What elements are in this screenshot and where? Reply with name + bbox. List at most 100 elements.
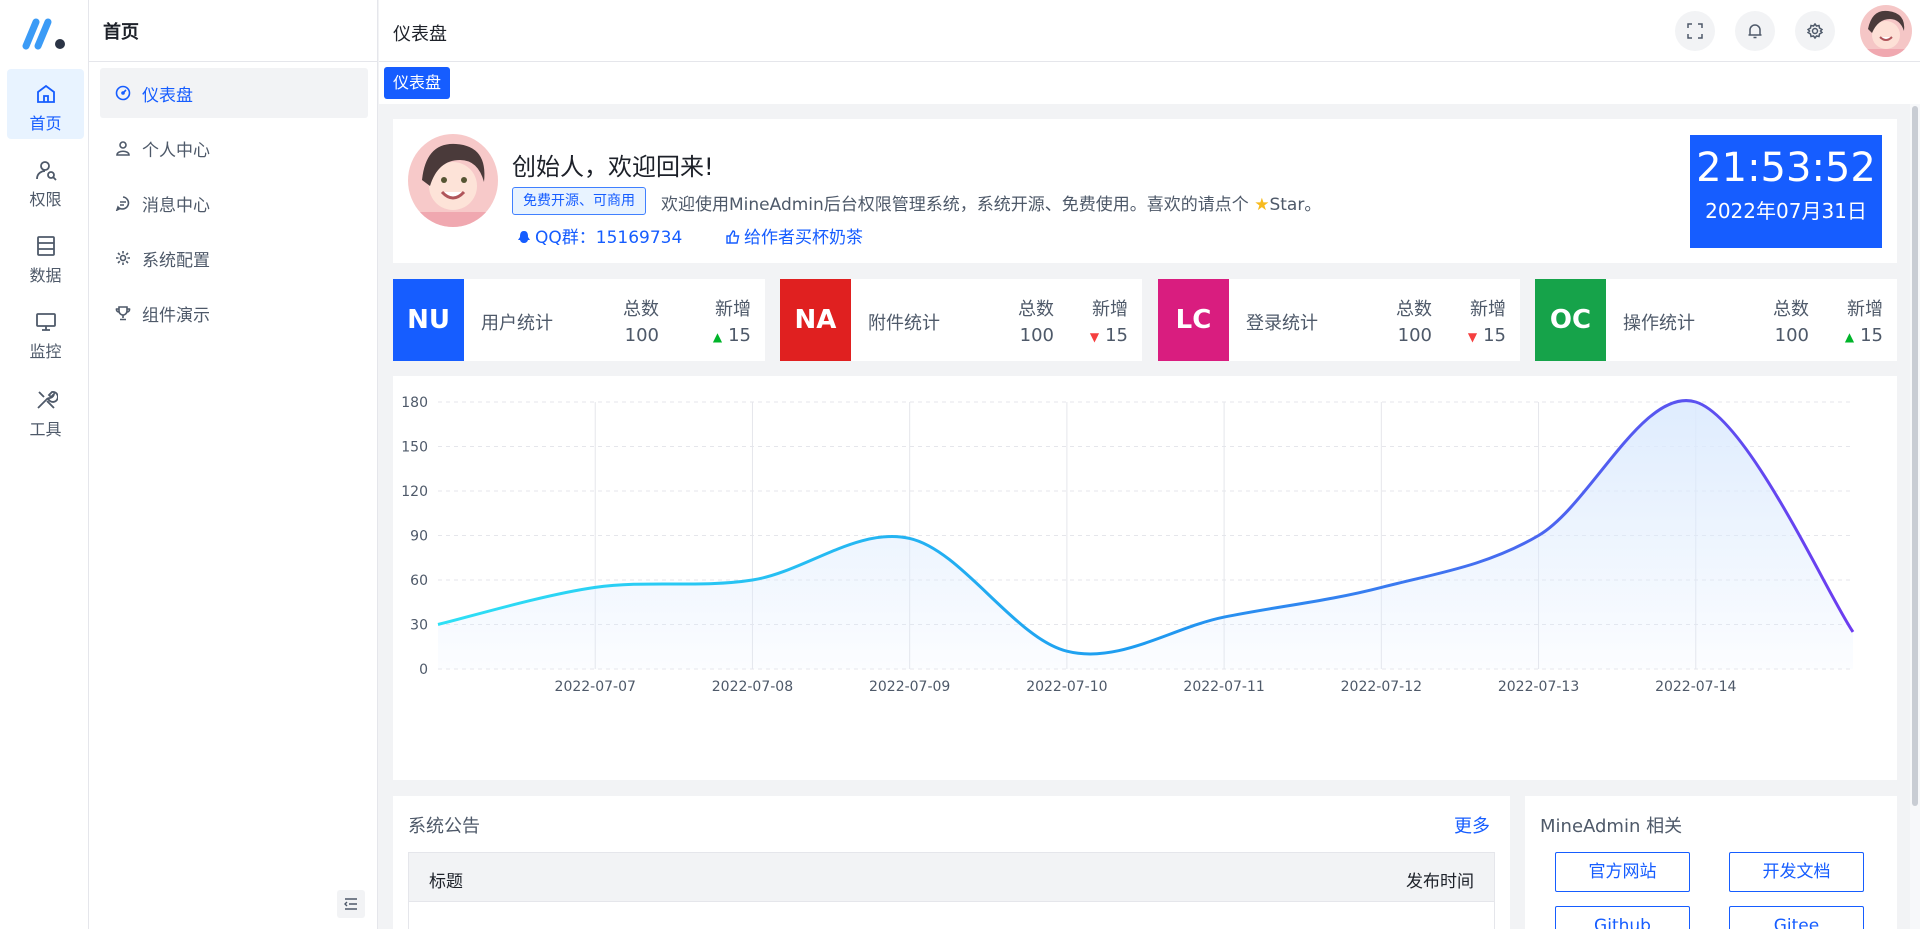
stat-total: 总数 100 [1773, 295, 1809, 346]
notice-table-header: 标题 发布时间 [408, 852, 1495, 902]
qq-group-link[interactable]: QQ群：15169734 [517, 223, 682, 248]
welcome-card: 创始人，欢迎回来! 免费开源、可商用 欢迎使用MineAdmin后台权限管理系统… [393, 119, 1897, 263]
stat-total-value: 100 [1774, 325, 1809, 346]
qq-group-text: QQ群：15169734 [535, 228, 683, 248]
menu-item-settings[interactable]: 系统配置 [100, 233, 368, 283]
x-tick-label: 2022-07-12 [1341, 679, 1422, 695]
rail-item-label: 监控 [29, 342, 62, 361]
stat-new-value: 15 [1483, 325, 1506, 346]
col-header-title: 标题 [429, 872, 463, 892]
series-area [438, 400, 1853, 669]
stat-card-logins: LC 登录统计 总数 100 新增 ▼ 15 [1158, 279, 1520, 361]
github-button[interactable]: Github [1555, 906, 1690, 929]
chart-card: 0 30 60 90 120 150 180 2022-07-07 2022-07-08 2022… [393, 376, 1897, 780]
divider [89, 61, 377, 62]
rail-item-home[interactable]: 首页 [7, 69, 84, 139]
menu-item-dashboard[interactable]: 仪表盘 [100, 68, 368, 118]
menu-item-messages[interactable]: 消息中心 [100, 178, 368, 228]
submenu-title: 首页 [103, 22, 139, 43]
collapse-menu-button[interactable] [337, 890, 365, 918]
tab-dashboard[interactable]: 仪表盘 [384, 67, 451, 99]
stat-total-label: 总数 [1773, 299, 1809, 320]
x-tick-label: 2022-07-13 [1498, 679, 1579, 695]
home-icon [36, 84, 55, 103]
x-tick-label: 2022-07-08 [712, 679, 793, 695]
x-tick-label: 2022-07-09 [869, 679, 950, 695]
clock-time: 21:53:52 [1696, 145, 1876, 191]
stat-new: 新增 ▲ 15 [713, 295, 751, 346]
x-tick-label: 2022-07-14 [1655, 679, 1736, 695]
notice-more-link[interactable]: 更多 [1454, 812, 1490, 838]
rail-item-tools[interactable]: 工具 [7, 375, 84, 445]
rail-item-permission[interactable]: 权限 [7, 145, 84, 215]
database-icon [36, 236, 55, 256]
stat-name: 登录统计 [1246, 313, 1318, 334]
top-header: 仪表盘 [379, 0, 1920, 62]
menu-item-label: 仪表盘 [142, 86, 193, 106]
menu-item-label: 个人中心 [142, 141, 210, 161]
page-scrollbar[interactable] [1910, 104, 1920, 929]
tab-bar: 仪表盘 [379, 62, 1920, 104]
notice-table-body [408, 901, 1495, 929]
mineadmin-logo[interactable] [22, 16, 70, 52]
user-icon [116, 141, 130, 156]
stat-new-value: 15 [728, 325, 751, 346]
fullscreen-button[interactable] [1675, 11, 1715, 51]
qq-icon [518, 231, 530, 243]
user-permission-icon [35, 161, 57, 181]
star-icon: ★ [1254, 195, 1270, 215]
message-icon [115, 196, 130, 211]
monitor-icon [35, 313, 56, 331]
menu-item-label: 系统配置 [142, 251, 210, 271]
user-avatar[interactable] [1860, 5, 1912, 57]
rail-item-label: 权限 [29, 190, 62, 209]
stat-total: 总数 100 [1396, 295, 1432, 346]
stat-new: 新增 ▼ 15 [1090, 295, 1128, 346]
gitee-button[interactable]: Gitee [1729, 906, 1864, 929]
avatar-image [408, 134, 498, 227]
stat-new-label: 新增 [1847, 299, 1883, 320]
settings-button[interactable] [1795, 11, 1835, 51]
about-card: MineAdmin 相关 官方网站 开发文档 Github Gitee [1525, 796, 1897, 929]
stat-total: 总数 100 [623, 295, 659, 346]
trend-up-icon: ▲ [712, 330, 723, 344]
buy-tea-link[interactable]: 给作者买杯奶茶 [726, 223, 863, 248]
menu-item-components[interactable]: 组件演示 [100, 288, 368, 338]
official-site-button[interactable]: 官方网站 [1555, 852, 1690, 892]
thumbs-up-icon [726, 230, 740, 244]
stat-total-label: 总数 [1018, 299, 1054, 320]
welcome-description-star: Star。 [1269, 195, 1322, 215]
stat-new-label: 新增 [715, 299, 751, 320]
trend-down-icon: ▼ [1089, 330, 1100, 344]
stat-badge: OC [1535, 279, 1606, 361]
rail-item-data[interactable]: 数据 [7, 221, 84, 291]
welcome-description: 欢迎使用MineAdmin后台权限管理系统，系统开源、免费使用。喜欢的请点个 ★… [661, 190, 1321, 215]
trend-up-icon: ▲ [1844, 330, 1855, 344]
trophy-icon [115, 306, 131, 321]
stat-name: 用户统计 [481, 313, 553, 334]
y-tick-label: 120 [401, 484, 428, 500]
stat-badge: NU [393, 279, 464, 361]
y-tick-label: 180 [401, 395, 428, 411]
y-tick-label: 150 [401, 440, 428, 456]
open-source-tag: 免费开源、可商用 [512, 187, 646, 215]
stat-new: 新增 ▲ 15 [1845, 295, 1883, 346]
scrollbar-thumb[interactable] [1912, 106, 1918, 806]
y-tick-label: 90 [410, 529, 428, 545]
menu-item-profile[interactable]: 个人中心 [100, 123, 368, 173]
menu-fold-icon [344, 898, 357, 910]
rail-item-monitor[interactable]: 监控 [7, 297, 84, 367]
stat-total-label: 总数 [1396, 299, 1432, 320]
notice-title: 系统公告 [408, 816, 480, 837]
rail-item-label: 工具 [29, 420, 62, 439]
docs-button[interactable]: 开发文档 [1729, 852, 1864, 892]
stat-total-value: 100 [1019, 325, 1054, 346]
notification-button[interactable] [1735, 11, 1775, 51]
buy-tea-text: 给作者买杯奶茶 [744, 228, 863, 248]
stat-total-label: 总数 [623, 299, 659, 320]
notice-card: 系统公告 更多 标题 发布时间 [393, 796, 1510, 929]
welcome-title: 创始人，欢迎回来! [512, 153, 714, 181]
gear-icon [116, 251, 130, 265]
rail-item-label: 数据 [29, 266, 62, 285]
stat-new-value: 15 [1105, 325, 1128, 346]
